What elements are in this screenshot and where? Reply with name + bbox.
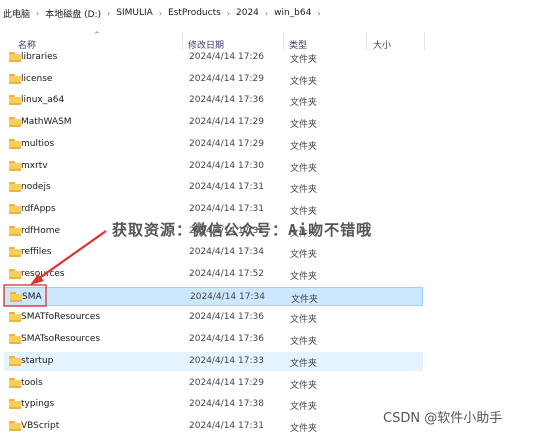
csdn-credit: CSDN @软件小助手 — [383, 411, 503, 426]
watermark-text: 获取资源：微信公众号：Ai吻不错哦 — [112, 221, 373, 239]
highlight-box — [3, 284, 47, 307]
pointer-arrow — [37, 230, 107, 280]
